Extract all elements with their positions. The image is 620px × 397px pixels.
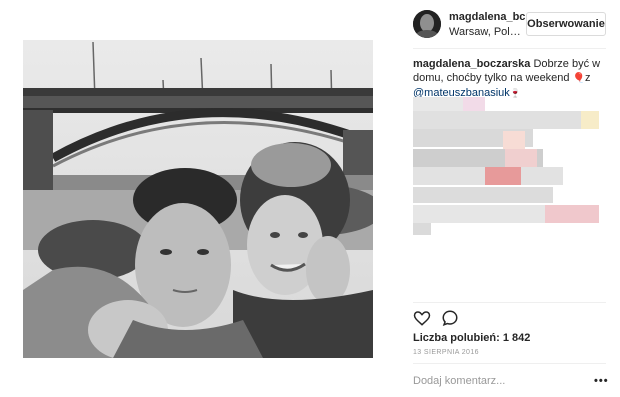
divider [413, 302, 606, 303]
caption-text-mid: z [585, 72, 591, 84]
heart-icon[interactable] [413, 309, 431, 327]
post-date[interactable]: 13 SIERPNIA 2016 [413, 349, 479, 356]
more-options-icon[interactable]: ••• [594, 375, 609, 387]
post-photo[interactable] [23, 40, 373, 358]
comment-icon[interactable] [441, 309, 459, 327]
divider [413, 48, 606, 49]
balloon-emoji: 🎈 [572, 73, 586, 84]
follow-button[interactable]: Obserwowanie [526, 12, 606, 36]
avatar[interactable] [413, 10, 441, 38]
post-side-panel: magdalena_bc Warsaw, Pol… Obserwowanie m… [413, 0, 609, 397]
location-link[interactable]: Warsaw, Pol… [449, 26, 521, 38]
likes-count[interactable]: Liczba polubień: 1 842 [413, 332, 530, 344]
blurred-comments [413, 97, 599, 237]
post-caption: magdalena_boczarska Dobrze być w domu, c… [413, 57, 605, 100]
divider [413, 363, 606, 364]
username-link[interactable]: magdalena_bc [449, 11, 525, 23]
post-header: magdalena_bc Warsaw, Pol… Obserwowanie [413, 10, 606, 46]
caption-author-link[interactable]: magdalena_boczarska [413, 58, 530, 70]
comment-input[interactable]: Dodaj komentarz... [413, 375, 505, 387]
post-photo-image [23, 40, 373, 358]
